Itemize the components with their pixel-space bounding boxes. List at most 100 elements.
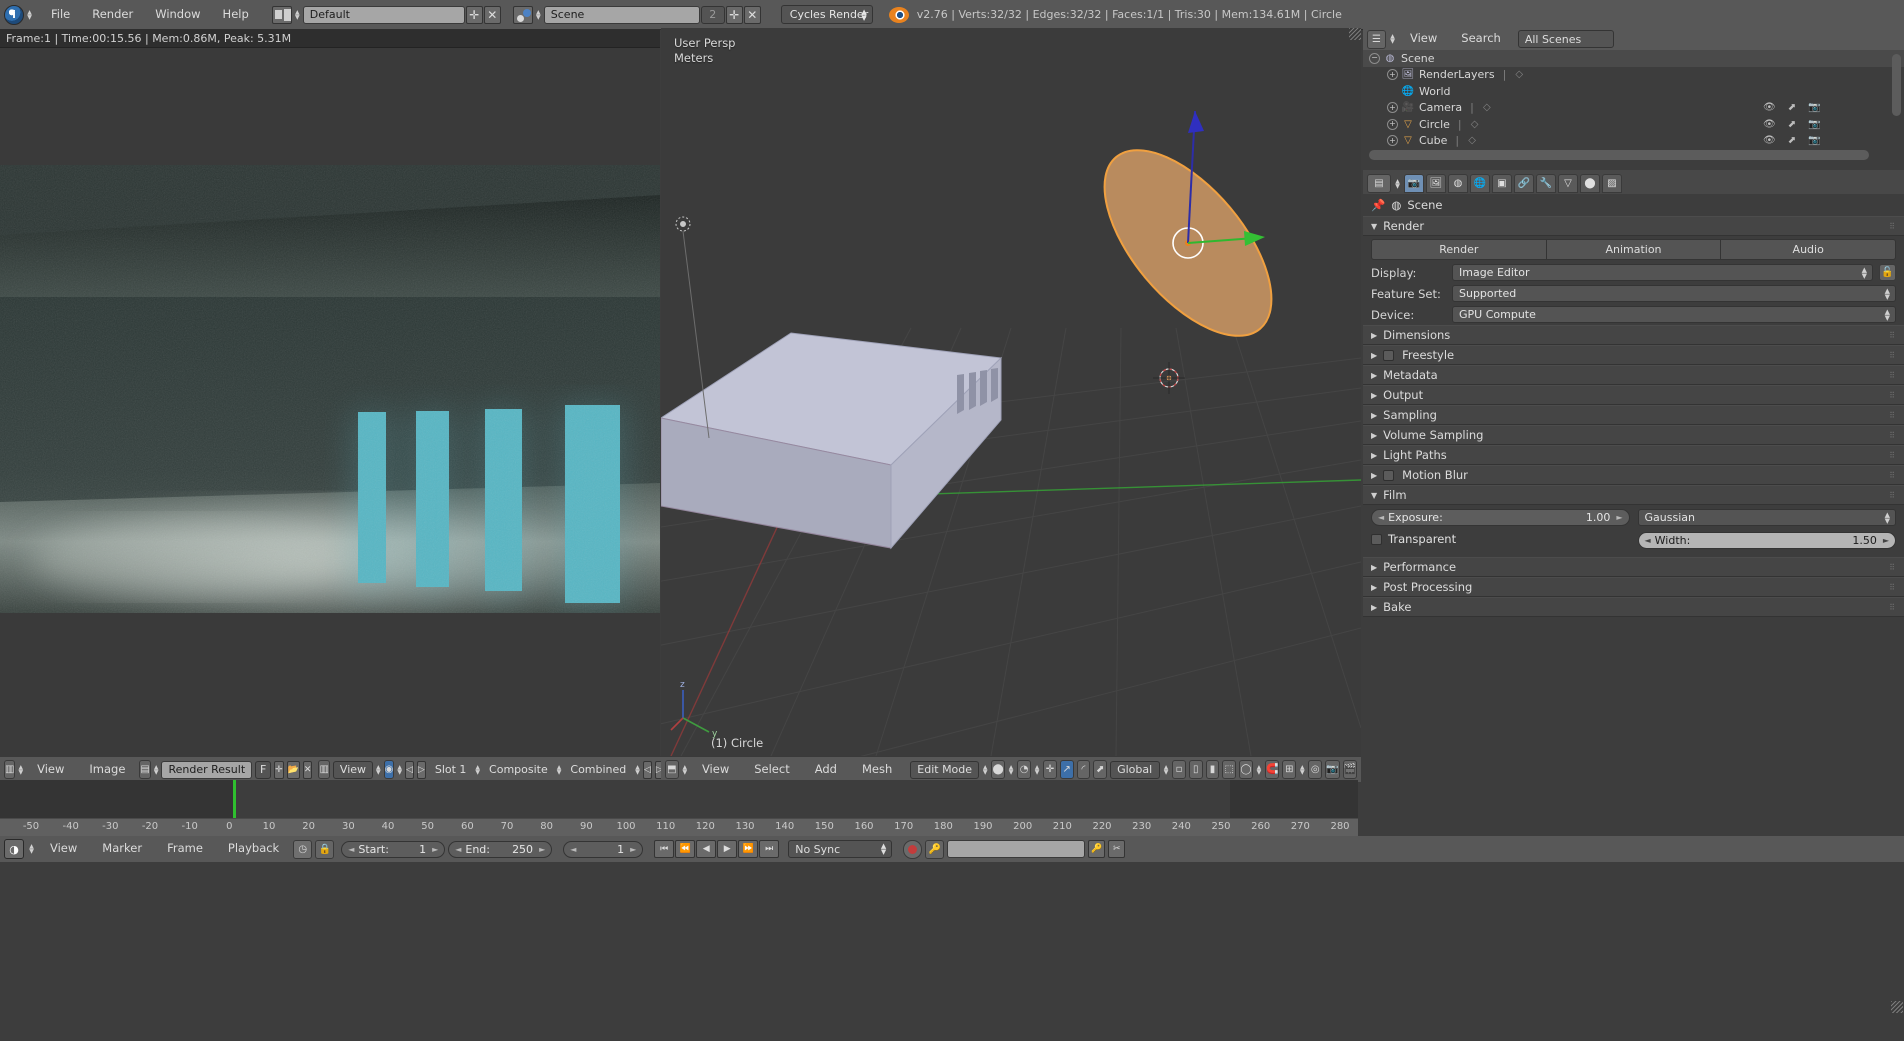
- jump-to-end-button[interactable]: ⏭: [759, 840, 780, 858]
- scene-icon[interactable]: [512, 5, 533, 24]
- previous-keyframe-button[interactable]: ⏪: [675, 840, 696, 858]
- device-dropdown[interactable]: GPU Compute ▲ ▼: [1452, 306, 1896, 323]
- opengl-render-animation-icon[interactable]: 🎬: [1342, 760, 1358, 779]
- display-lock-icon[interactable]: 🔓: [1879, 264, 1896, 281]
- scale-manipulator-icon[interactable]: ⬈: [1093, 760, 1108, 779]
- playback-controls[interactable]: ⏮ ⏪ ◀ ▶ ⏩ ⏭: [654, 840, 780, 858]
- proportional-chevrons[interactable]: ▲ ▼: [1256, 764, 1262, 775]
- panel-header-dimensions[interactable]: ▶ Dimensions ⠿: [1363, 325, 1904, 345]
- jump-to-start-button[interactable]: ⏮: [654, 840, 675, 858]
- timeline-strip[interactable]: [0, 780, 1358, 820]
- pivot-point-chevrons[interactable]: ▲ ▼: [1034, 764, 1040, 775]
- image-browse-chevrons[interactable]: ▲ ▼: [154, 764, 159, 775]
- render-button[interactable]: Render: [1371, 238, 1547, 260]
- scene-chevrons[interactable]: ▲ ▼: [534, 9, 543, 20]
- orientation-chevrons[interactable]: ▲ ▼: [1163, 764, 1169, 775]
- pivot-icon[interactable]: ◉: [383, 760, 395, 779]
- rotate-manipulator-icon[interactable]: ◜: [1076, 760, 1091, 779]
- view-mode-icon[interactable]: ▥: [318, 760, 330, 779]
- properties-tab-bar[interactable]: ▤ ▲ ▼ 📷 🖼 ◍ 🌐 ▣ 🔗 🔧 ▽ ⬤ ▨: [1363, 170, 1904, 194]
- timeline-menu-view[interactable]: View: [39, 843, 88, 855]
- viewport-3d-canvas[interactable]: z y: [661, 28, 1361, 756]
- restrict-view-eye-icon[interactable]: 👁: [1763, 135, 1776, 146]
- next-keyframe-button[interactable]: ⏩: [738, 840, 759, 858]
- outliner-row-cube[interactable]: + ▽ Cube | ◇ 👁 ⬈ 📷: [1363, 133, 1904, 150]
- feature-set-dropdown[interactable]: Supported ▲ ▼: [1452, 285, 1896, 302]
- lock-time-icon[interactable]: 🔒: [315, 839, 335, 859]
- timeline-editor-type-icon[interactable]: ◑: [4, 839, 24, 859]
- panel-enable-checkbox[interactable]: [1383, 469, 1395, 481]
- panel-header-render[interactable]: ▼ Render ⠿: [1363, 216, 1904, 236]
- editor-type-chevrons[interactable]: ▲ ▼: [25, 9, 34, 20]
- viewport-3d-area[interactable]: z y User Persp Meters (1) Circle: [661, 28, 1361, 756]
- outliner-row-scene[interactable]: − ◍ Scene: [1363, 50, 1904, 67]
- image-browse-icon[interactable]: ▤: [139, 760, 151, 779]
- end-decrement-icon[interactable]: ◄: [455, 845, 461, 854]
- outliner-tree[interactable]: − ◍ Scene + 🖼 RenderLayers | ◇ 🌐 World + 🎥 Camera | ◇ 👁…: [1363, 50, 1904, 162]
- display-dropdown[interactable]: Image Editor ▲ ▼: [1452, 264, 1873, 281]
- tab-object-data[interactable]: ▽: [1558, 174, 1578, 193]
- start-frame-field[interactable]: ◄ Start: 1 ►: [341, 840, 446, 858]
- exposure-field[interactable]: ◄ Exposure: 1.00 ►: [1371, 509, 1630, 526]
- keying-set-field[interactable]: [947, 840, 1086, 858]
- timeline-menu-marker[interactable]: Marker: [91, 843, 153, 855]
- image-editor-type-icon[interactable]: ▥: [4, 760, 16, 779]
- screen-layout-chevrons[interactable]: ▲ ▼: [293, 9, 302, 20]
- tab-texture[interactable]: ▨: [1602, 174, 1622, 193]
- pivot-chevrons[interactable]: ▲ ▼: [397, 764, 402, 775]
- area-corner-widget[interactable]: [1349, 28, 1361, 40]
- image-menu-image[interactable]: Image: [78, 763, 136, 776]
- audio-button[interactable]: Audio: [1720, 238, 1897, 260]
- outliner-menu-search[interactable]: Search: [1450, 33, 1512, 45]
- screen-layout-name[interactable]: Default: [302, 5, 465, 24]
- pivot-point-icon[interactable]: ◔: [1017, 760, 1031, 779]
- use-preview-range-icon[interactable]: ◷: [293, 839, 313, 859]
- view3d-menu-view[interactable]: View: [691, 763, 740, 776]
- view3d-menu-select[interactable]: Select: [743, 763, 800, 776]
- outliner-data-icon[interactable]: ◇: [1512, 68, 1526, 81]
- properties-editor-type-icon[interactable]: ▤: [1367, 174, 1391, 193]
- outliner-row-circle[interactable]: + ▽ Circle | ◇ 👁 ⬈ 📷: [1363, 116, 1904, 133]
- menu-file[interactable]: File: [40, 8, 81, 21]
- restrict-render-camera-icon[interactable]: 📷: [1808, 135, 1820, 146]
- tab-object[interactable]: ▣: [1492, 174, 1512, 193]
- image-editor-area[interactable]: [0, 48, 660, 756]
- pin-icon[interactable]: 📌: [1371, 198, 1385, 212]
- end-increment-icon[interactable]: ►: [539, 845, 545, 854]
- timeline-menu-playback[interactable]: Playback: [217, 843, 290, 855]
- edge-select-mode-icon[interactable]: ▯: [1188, 760, 1203, 779]
- pass-chevrons[interactable]: ▲ ▼: [635, 764, 640, 775]
- delete-keyframe-button[interactable]: ✂: [1108, 840, 1126, 858]
- view3d-menu-mesh[interactable]: Mesh: [851, 763, 903, 776]
- outliner-row-renderlayers[interactable]: + 🖼 RenderLayers | ◇: [1363, 67, 1904, 84]
- tab-render[interactable]: 📷: [1404, 174, 1424, 193]
- outliner-restrict-toggles[interactable]: 👁 ⬈ 📷: [1763, 135, 1821, 146]
- expand-toggle-icon[interactable]: +: [1387, 135, 1398, 147]
- panel-header-bake[interactable]: ▶ Bake ⠿: [1363, 597, 1904, 617]
- unlink-image-button[interactable]: ✕: [302, 760, 313, 779]
- panel-header-post-processing[interactable]: ▶ Post Processing ⠿: [1363, 577, 1904, 597]
- properties-editor-chevrons[interactable]: ▲ ▼: [1393, 178, 1402, 189]
- delete-screen-layout-button[interactable]: ✕: [483, 5, 501, 24]
- render-pass-label[interactable]: Combined: [564, 761, 632, 779]
- panel-header-output[interactable]: ▶ Output ⠿: [1363, 385, 1904, 405]
- properties-editor[interactable]: ▤ ▲ ▼ 📷 🖼 ◍ 🌐 ▣ 🔗 🔧 ▽ ⬤ ▨ 📌 ◍ Scene ▼ Ren…: [1363, 170, 1904, 756]
- current-frame-field[interactable]: ◄ 1 ►: [563, 840, 644, 858]
- viewport-editor-type-icon[interactable]: ⬒: [665, 760, 679, 779]
- expand-toggle-icon[interactable]: +: [1387, 69, 1398, 81]
- timeline-ruler[interactable]: -50 -40 -30 -20 -10 0 10 20 30 40 50 60 70 80 90 100 110…: [0, 818, 1358, 836]
- insert-keyframe-button[interactable]: 🔑: [1088, 840, 1106, 858]
- outliner-restrict-toggles[interactable]: 👁 ⬈ 📷: [1763, 119, 1821, 130]
- image-name-field[interactable]: Render Result: [161, 760, 253, 779]
- snap-chevrons[interactable]: ▲ ▼: [1299, 764, 1305, 775]
- viewport-editor-chevrons[interactable]: ▲ ▼: [682, 764, 688, 775]
- prev-slot-button[interactable]: ◁: [405, 760, 414, 779]
- restrict-view-eye-icon[interactable]: 👁: [1763, 119, 1776, 130]
- translate-manipulator-icon[interactable]: ↗: [1059, 760, 1074, 779]
- filter-type-dropdown[interactable]: Gaussian ▲ ▼: [1637, 509, 1896, 526]
- tab-render-layers[interactable]: 🖼: [1426, 174, 1446, 193]
- animation-button[interactable]: Animation: [1545, 238, 1722, 260]
- outliner-restrict-toggles[interactable]: 👁 ⬈ 📷: [1763, 102, 1821, 113]
- panel-header-light-paths[interactable]: ▶ Light Paths ⠿: [1363, 445, 1904, 465]
- panel-header-performance[interactable]: ▶ Performance ⠿: [1363, 557, 1904, 577]
